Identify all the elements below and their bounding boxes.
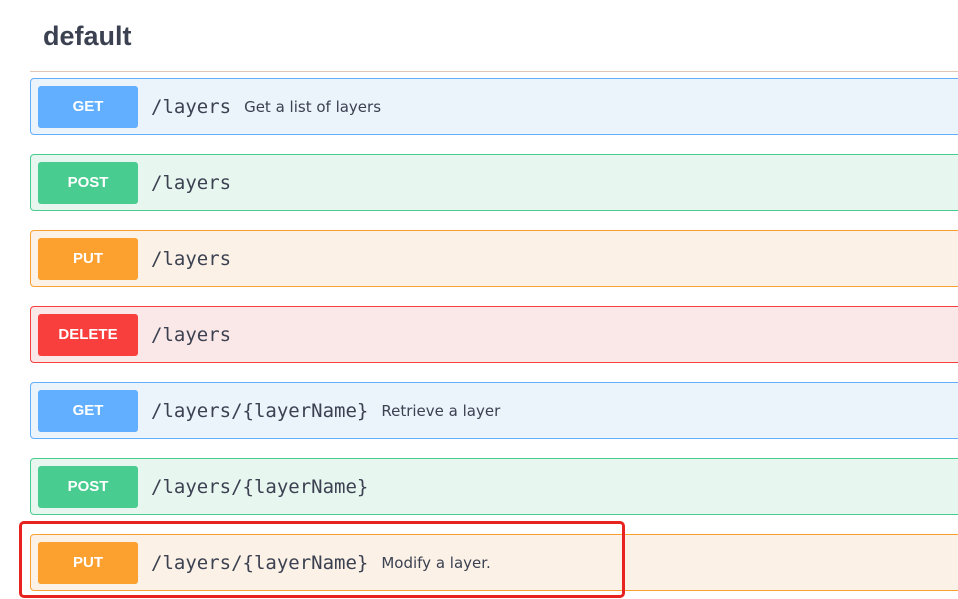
operation-summary: Modify a layer. (381, 553, 491, 572)
method-badge: DELETE (38, 313, 138, 356)
operation-path: /layers (151, 95, 232, 118)
operation-get-layer-by-name[interactable]: GET /layers/{layerName} Retrieve a layer (30, 382, 958, 439)
method-badge: GET (38, 389, 138, 432)
operations-list: GET /layers Get a list of layers POST /l… (30, 78, 958, 599)
operation-put-layers[interactable]: PUT /layers (30, 230, 958, 287)
operation-path: /layers/{layerName} (151, 551, 369, 574)
operation-delete-layers[interactable]: DELETE /layers (30, 306, 958, 363)
method-badge: PUT (38, 237, 138, 280)
method-badge: PUT (38, 541, 138, 584)
operation-path: /layers (151, 171, 232, 194)
method-badge: POST (38, 465, 138, 508)
operation-post-layers[interactable]: POST /layers (30, 154, 958, 211)
method-badge: GET (38, 85, 138, 128)
swagger-page: default GET /layers Get a list of layers… (0, 0, 958, 599)
operation-summary: Get a list of layers (244, 97, 382, 116)
operation-get-layers[interactable]: GET /layers Get a list of layers (30, 78, 958, 135)
section-title[interactable]: default (43, 16, 132, 56)
operation-path: /layers (151, 323, 232, 346)
operation-path: /layers/{layerName} (151, 399, 369, 422)
operation-path: /layers (151, 247, 232, 270)
operation-post-layer-by-name[interactable]: POST /layers/{layerName} (30, 458, 958, 515)
section-divider (30, 71, 958, 72)
method-badge: POST (38, 161, 138, 204)
operation-put-layer-by-name[interactable]: PUT /layers/{layerName} Modify a layer. (30, 534, 958, 591)
operation-summary: Retrieve a layer (381, 401, 501, 420)
operation-path: /layers/{layerName} (151, 475, 369, 498)
